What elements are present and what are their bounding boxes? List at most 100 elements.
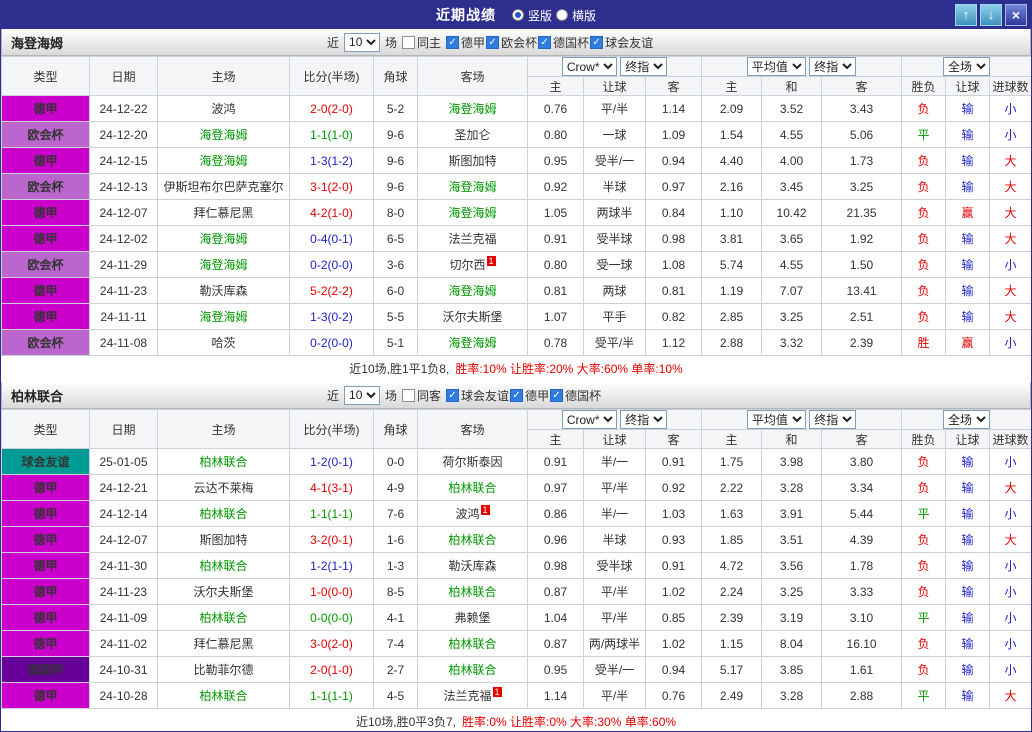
summary-record: 近10场,胜1平1负8, — [349, 361, 450, 376]
competition-filter[interactable]: ✓ 德国杯 — [550, 387, 601, 404]
recent-label: 近 — [327, 388, 340, 403]
odds-home: 1.14 — [527, 682, 584, 709]
team-label: 柏林联合 — [448, 533, 497, 547]
vertical-layout-label[interactable]: 竖版 — [528, 7, 552, 24]
close-button[interactable]: × — [1005, 4, 1027, 26]
avg-draw: 4.55 — [761, 251, 823, 278]
avg-away: 13.41 — [821, 277, 903, 304]
scroll-down-button[interactable]: ↓ — [980, 4, 1002, 26]
competition-badge: 德甲 — [1, 578, 90, 605]
checkbox-icon[interactable]: ✓ — [538, 35, 552, 49]
competition-filters: ✓ 德甲 ✓ 欧会杯 ✓ 德国杯 ✓ 球会友谊 — [446, 34, 653, 51]
odds-handicap: 两球半 — [583, 199, 646, 226]
competition-badge: 德甲 — [1, 303, 90, 330]
competition-filter[interactable]: ✓ 德国杯 — [538, 34, 589, 51]
home-team: 云达不莱梅 — [157, 474, 290, 501]
match-date: 24-10-31 — [89, 656, 158, 683]
bookmaker-select[interactable]: Crow* — [561, 57, 617, 76]
avg-draw: 3.25 — [761, 578, 823, 605]
recent-count-select[interactable]: 10 — [344, 385, 381, 405]
scroll-up-button[interactable]: ↑ — [955, 4, 977, 26]
competition-filter[interactable]: ✓ 德甲 — [510, 387, 549, 404]
match-date: 24-12-02 — [89, 225, 158, 252]
odds-stage-select[interactable]: 终指 — [620, 410, 668, 429]
corner-score: 5-1 — [373, 329, 418, 356]
same-venue-filter[interactable]: 同客 — [402, 387, 441, 404]
result-winloss: 负 — [901, 303, 947, 330]
checkbox-icon[interactable]: ✓ — [486, 35, 500, 49]
competition-filters: ✓ 球会友谊 ✓ 德甲 ✓ 德国杯 — [446, 387, 601, 404]
vertical-layout-radio[interactable] — [511, 9, 524, 21]
checkbox-icon[interactable] — [402, 35, 416, 49]
avg-draw: 10.42 — [761, 199, 823, 226]
competition-label: 球会友谊 — [461, 388, 510, 403]
avg-away: 4.39 — [821, 526, 903, 553]
score: 1-2(1-1) — [289, 552, 374, 579]
competition-badge: 德甲 — [1, 147, 90, 174]
checkbox-icon[interactable]: ✓ — [446, 35, 460, 49]
result-handicap: 输 — [945, 225, 991, 252]
away-team: 斯图加特 — [417, 147, 528, 174]
avg-away: 21.35 — [821, 199, 903, 226]
checkbox-icon[interactable]: ✓ — [510, 388, 524, 402]
team-label: 拜仁慕尼黑 — [193, 206, 254, 220]
avg-away: 1.61 — [821, 656, 903, 683]
checkbox-icon[interactable] — [402, 388, 416, 402]
competition-filter[interactable]: ✓ 德甲 — [446, 34, 485, 51]
fulltime-select[interactable]: 全场 — [943, 410, 991, 429]
horizontal-layout-label[interactable]: 横版 — [572, 7, 596, 24]
away-team: 勒沃库森 — [417, 552, 528, 579]
competition-badge: 德甲 — [1, 552, 90, 579]
team-label: 柏林联合 — [199, 689, 248, 703]
checkbox-icon[interactable]: ✓ — [590, 35, 604, 49]
checkbox-icon[interactable]: ✓ — [446, 388, 460, 402]
away-team: 切尔西 1 — [417, 251, 528, 278]
away-team: 海登海姆 — [417, 329, 528, 356]
odds-home: 0.80 — [527, 251, 584, 278]
match-row: 德甲 24-11-30 柏林联合 1-2(1-1) 1-3 勒沃库森 0.98 受半球 0.91… — [1, 552, 1031, 579]
average-stage-select[interactable]: 终指 — [809, 57, 857, 76]
competition-filter[interactable]: ✓ 球会友谊 — [446, 387, 509, 404]
average-stage-select[interactable]: 终指 — [809, 410, 857, 429]
team-label: 法兰克福 — [448, 232, 497, 246]
recent-unit-label: 场 — [385, 35, 398, 50]
home-team: 波鸿 — [157, 95, 290, 122]
same-venue-filter[interactable]: 同主 — [402, 34, 441, 51]
home-team: 海登海姆 — [157, 251, 290, 278]
average-group-header: 平均值 终指 — [701, 409, 903, 430]
odds-home: 0.95 — [527, 147, 584, 174]
odds-away: 0.93 — [644, 526, 703, 553]
team-label: 法兰克福 — [443, 689, 492, 703]
result-goals: 小 — [989, 552, 1031, 579]
average-select[interactable]: 平均值 — [746, 410, 806, 429]
home-team: 海登海姆 — [157, 303, 290, 330]
competition-filter[interactable]: ✓ 球会友谊 — [590, 34, 653, 51]
avg-home: 4.72 — [701, 552, 763, 579]
match-row: 德甲 24-12-15 海登海姆 1-3(1-2) 9-6 斯图加特 0.95 受半/一 0.9… — [1, 147, 1031, 174]
checkbox-icon[interactable]: ✓ — [550, 388, 564, 402]
result-goals: 大 — [989, 682, 1031, 709]
recent-count-select[interactable]: 10 — [344, 32, 381, 52]
match-date: 24-12-07 — [89, 199, 158, 226]
score: 3-0(2-0) — [289, 630, 374, 657]
team-label: 荷尔斯泰因 — [442, 455, 503, 469]
match-row: 德甲 24-12-14 柏林联合 1-1(1-1) 7-6 波鸿 1 0.86 半/一 1.03 1… — [1, 500, 1031, 527]
odds-stage-select[interactable]: 终指 — [620, 57, 668, 76]
score: 4-1(3-1) — [289, 474, 374, 501]
result-winloss: 负 — [901, 448, 947, 475]
corner-score: 4-9 — [373, 474, 418, 501]
fulltime-select[interactable]: 全场 — [943, 57, 991, 76]
col-header-home: 主场 — [157, 56, 290, 96]
col-header-odds-handicap: 让球 — [583, 76, 646, 96]
home-team: 哈茨 — [157, 329, 290, 356]
result-winloss: 负 — [901, 225, 947, 252]
competition-filter[interactable]: ✓ 欧会杯 — [486, 34, 537, 51]
horizontal-layout-radio[interactable] — [556, 9, 568, 21]
average-select[interactable]: 平均值 — [746, 57, 806, 76]
odds-home: 0.98 — [527, 552, 584, 579]
bookmaker-select[interactable]: Crow* — [561, 410, 617, 429]
odds-handicap: 一球 — [583, 121, 646, 148]
match-row: 欧会杯 24-11-08 哈茨 0-2(0-0) 5-1 海登海姆 0.78 受平/半 1.12… — [1, 329, 1031, 356]
col-header-type: 类型 — [1, 56, 90, 96]
odds-away: 0.97 — [644, 173, 703, 200]
